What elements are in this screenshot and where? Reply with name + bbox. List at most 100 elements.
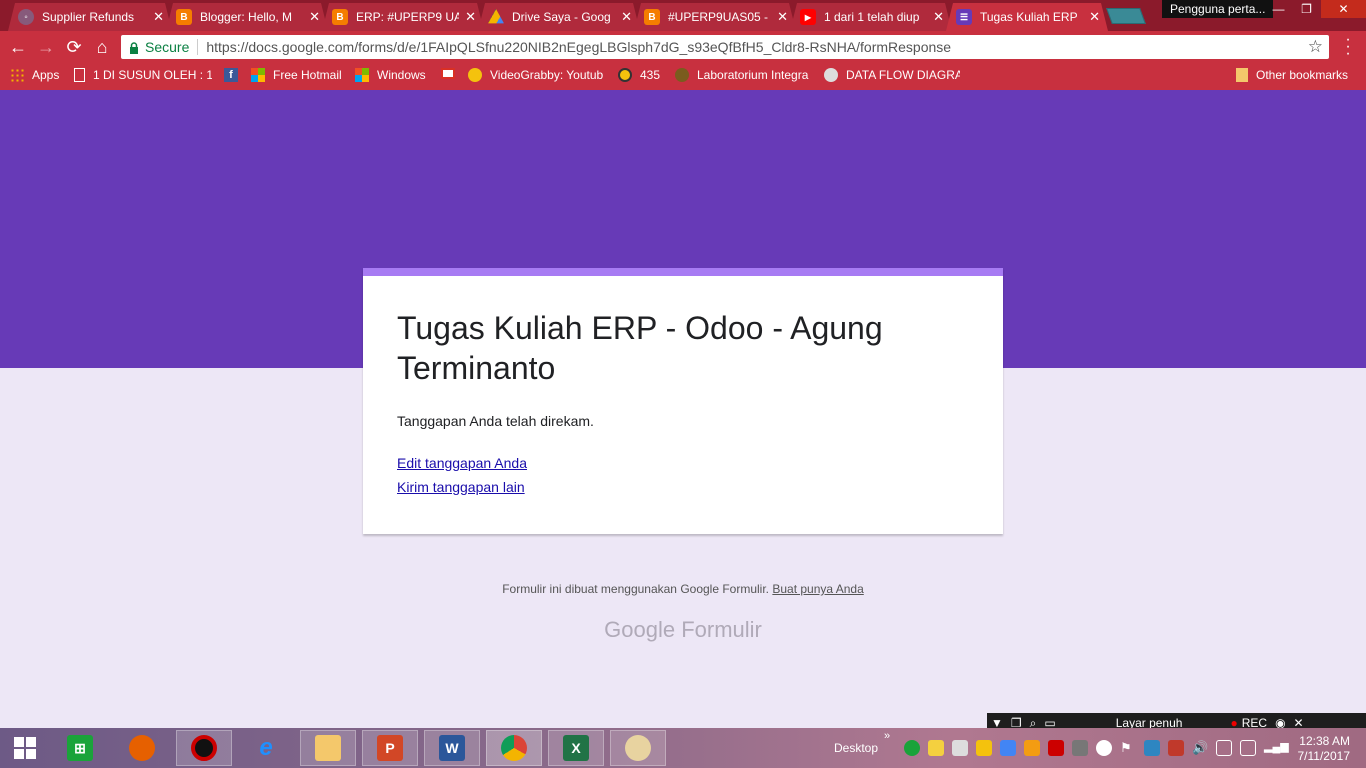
close-icon[interactable]: ✕	[621, 9, 632, 25]
folder-icon	[1236, 68, 1248, 82]
network-app-icon[interactable]	[1000, 740, 1016, 756]
reload-icon[interactable]: ⟳	[62, 35, 86, 59]
excel-icon: X	[563, 735, 589, 761]
tray-app-icon[interactable]	[1168, 740, 1184, 756]
tab-tugas-kuliah-erp[interactable]: ☰ Tugas Kuliah ERP ✕	[946, 3, 1108, 31]
lock-icon	[129, 41, 139, 54]
taskbar-chrome[interactable]	[486, 730, 542, 766]
apps-icon	[10, 68, 24, 82]
restore-icon[interactable]: ❐	[1293, 0, 1320, 18]
firefox-icon	[129, 735, 155, 761]
bookmark-label: Windows	[377, 68, 426, 82]
chevron-icon[interactable]: »	[884, 730, 890, 742]
close-icon[interactable]: ✕	[777, 9, 788, 25]
close-icon[interactable]: ✕	[309, 9, 320, 25]
tab-supplier-refunds[interactable]: ◦ Supplier Refunds ✕	[8, 3, 172, 31]
close-icon[interactable]: ✕	[465, 9, 476, 25]
address-bar[interactable]: Secure https://docs.google.com/forms/d/e…	[121, 35, 1329, 59]
url-text[interactable]: https://docs.google.com/forms/d/e/1FAIpQ…	[206, 39, 1307, 55]
record-app-icon	[191, 735, 217, 761]
acrobat-icon[interactable]	[1048, 740, 1064, 756]
bookmark-label: Apps	[32, 68, 60, 82]
taskbar-ie[interactable]: e	[238, 730, 294, 766]
bookmark-label: 1 DI SUSUN OLEH : 1	[93, 68, 212, 82]
paint-icon	[625, 735, 651, 761]
menu-icon[interactable]: · · ·	[1340, 32, 1356, 62]
bookmarks-bar: Apps 1 DI SUSUN OLEH : 1 f Free Hotmail …	[0, 62, 1366, 90]
google-forms-logo[interactable]: Google Formulir	[0, 617, 1366, 643]
tab-youtube-upload[interactable]: ▶ 1 dari 1 telah diup ✕	[790, 3, 952, 31]
clock-time: 12:38 AM	[1299, 734, 1350, 748]
bookmark-435[interactable]: 435	[618, 68, 660, 82]
bookmark-windows[interactable]: Windows	[355, 68, 426, 82]
bookmark-facebook[interactable]: f	[224, 68, 246, 82]
taskbar-recorder[interactable]	[176, 730, 232, 766]
taskbar-word[interactable]: W	[424, 730, 480, 766]
wifi-icon[interactable]: ▂▄▆	[1264, 740, 1289, 756]
minimize-icon[interactable]: —	[1265, 0, 1292, 18]
close-window-icon[interactable]: ✕	[1321, 0, 1366, 18]
tray-app-icon[interactable]	[1024, 740, 1040, 756]
seal-icon	[675, 68, 689, 82]
tray-app-icon[interactable]	[976, 740, 992, 756]
facebook-icon: f	[224, 68, 238, 82]
bookmark-label: DATA FLOW DIAGRA	[846, 68, 960, 82]
blogger-icon: B	[176, 9, 192, 25]
bookmark-di-susun[interactable]: 1 DI SUSUN OLEH : 1	[74, 68, 212, 82]
diagram-icon	[824, 68, 838, 82]
sticky-notes-icon[interactable]	[928, 740, 944, 756]
new-tab-button[interactable]	[1106, 8, 1146, 24]
bookmark-free-hotmail[interactable]: Free Hotmail	[251, 68, 342, 82]
monitor-icon[interactable]	[1240, 740, 1256, 756]
drive-icon	[488, 9, 504, 25]
taskbar-powerpoint[interactable]: P	[362, 730, 418, 766]
flag-icon[interactable]: ⚑	[1120, 740, 1136, 756]
bookmark-videograbby[interactable]: VideoGrabby: Youtub	[468, 68, 608, 82]
tab-drive[interactable]: Drive Saya - Goog ✕	[478, 3, 640, 31]
bookmark-other[interactable]: Other bookmarks	[1236, 68, 1348, 82]
bookmark-apps[interactable]: Apps	[10, 68, 59, 82]
bookmark-gmail[interactable]	[441, 68, 463, 79]
folder-icon	[315, 735, 341, 761]
submit-another-link[interactable]: Kirim tanggapan lain	[397, 479, 969, 495]
start-button[interactable]	[0, 730, 50, 766]
onedrive-icon[interactable]	[1096, 740, 1112, 756]
close-icon[interactable]: ✕	[153, 9, 164, 25]
tray-app-icon[interactable]	[1144, 740, 1160, 756]
close-icon[interactable]: ✕	[933, 9, 944, 25]
desktop-toolbar-label[interactable]: Desktop	[834, 741, 878, 755]
camera-icon[interactable]	[1216, 740, 1232, 756]
close-icon[interactable]: ✕	[1089, 9, 1100, 25]
taskbar-paint[interactable]	[610, 730, 666, 766]
back-arrow-icon[interactable]: ←	[6, 35, 30, 59]
odoo-icon: ◦	[18, 9, 34, 25]
tab-uperp9uas05[interactable]: B #UPERP9UAS05 - ✕	[634, 3, 796, 31]
blogger-icon: B	[644, 9, 660, 25]
forward-arrow-icon[interactable]: →	[34, 35, 58, 59]
create-own-link[interactable]: Buat punya Anda	[772, 582, 863, 596]
page-icon	[74, 68, 85, 82]
taskbar-store[interactable]: ⊞	[52, 730, 108, 766]
star-icon[interactable]: ☆	[1308, 37, 1323, 57]
tab-erp-uperp9[interactable]: B ERP: #UPERP9 UA ✕	[322, 3, 484, 31]
home-icon[interactable]: ⌂	[90, 35, 114, 59]
bookmark-label: Free Hotmail	[273, 68, 342, 82]
taskbar-excel[interactable]: X	[548, 730, 604, 766]
powerpoint-icon: P	[377, 735, 403, 761]
tab-blogger[interactable]: B Blogger: Hello, M ✕	[166, 3, 328, 31]
windows-start-icon	[14, 737, 36, 759]
taskbar-firefox[interactable]	[114, 730, 170, 766]
system-clock[interactable]: 12:38 AM 7/11/2017	[1294, 734, 1351, 764]
bookmark-laboratorium[interactable]: Laboratorium Integra	[675, 68, 815, 82]
videograbby-icon	[468, 68, 482, 82]
taskbar-explorer[interactable]	[300, 730, 356, 766]
windows-taskbar: ⊞ e P W X Desktop » ⚑ 🔊 ▂▄▆ 12:38 AM 7/1…	[0, 728, 1366, 768]
volume-icon[interactable]: 🔊	[1192, 740, 1208, 756]
edit-response-link[interactable]: Edit tanggapan Anda	[397, 455, 969, 471]
bookmark-data-flow[interactable]: DATA FLOW DIAGRA	[824, 68, 960, 82]
bookmark-label: Other bookmarks	[1256, 68, 1349, 82]
profile-button[interactable]: Pengguna perta...	[1162, 0, 1274, 18]
device-icon[interactable]	[952, 740, 968, 756]
tray-app-icon[interactable]	[904, 740, 920, 756]
tray-app-icon[interactable]	[1072, 740, 1088, 756]
